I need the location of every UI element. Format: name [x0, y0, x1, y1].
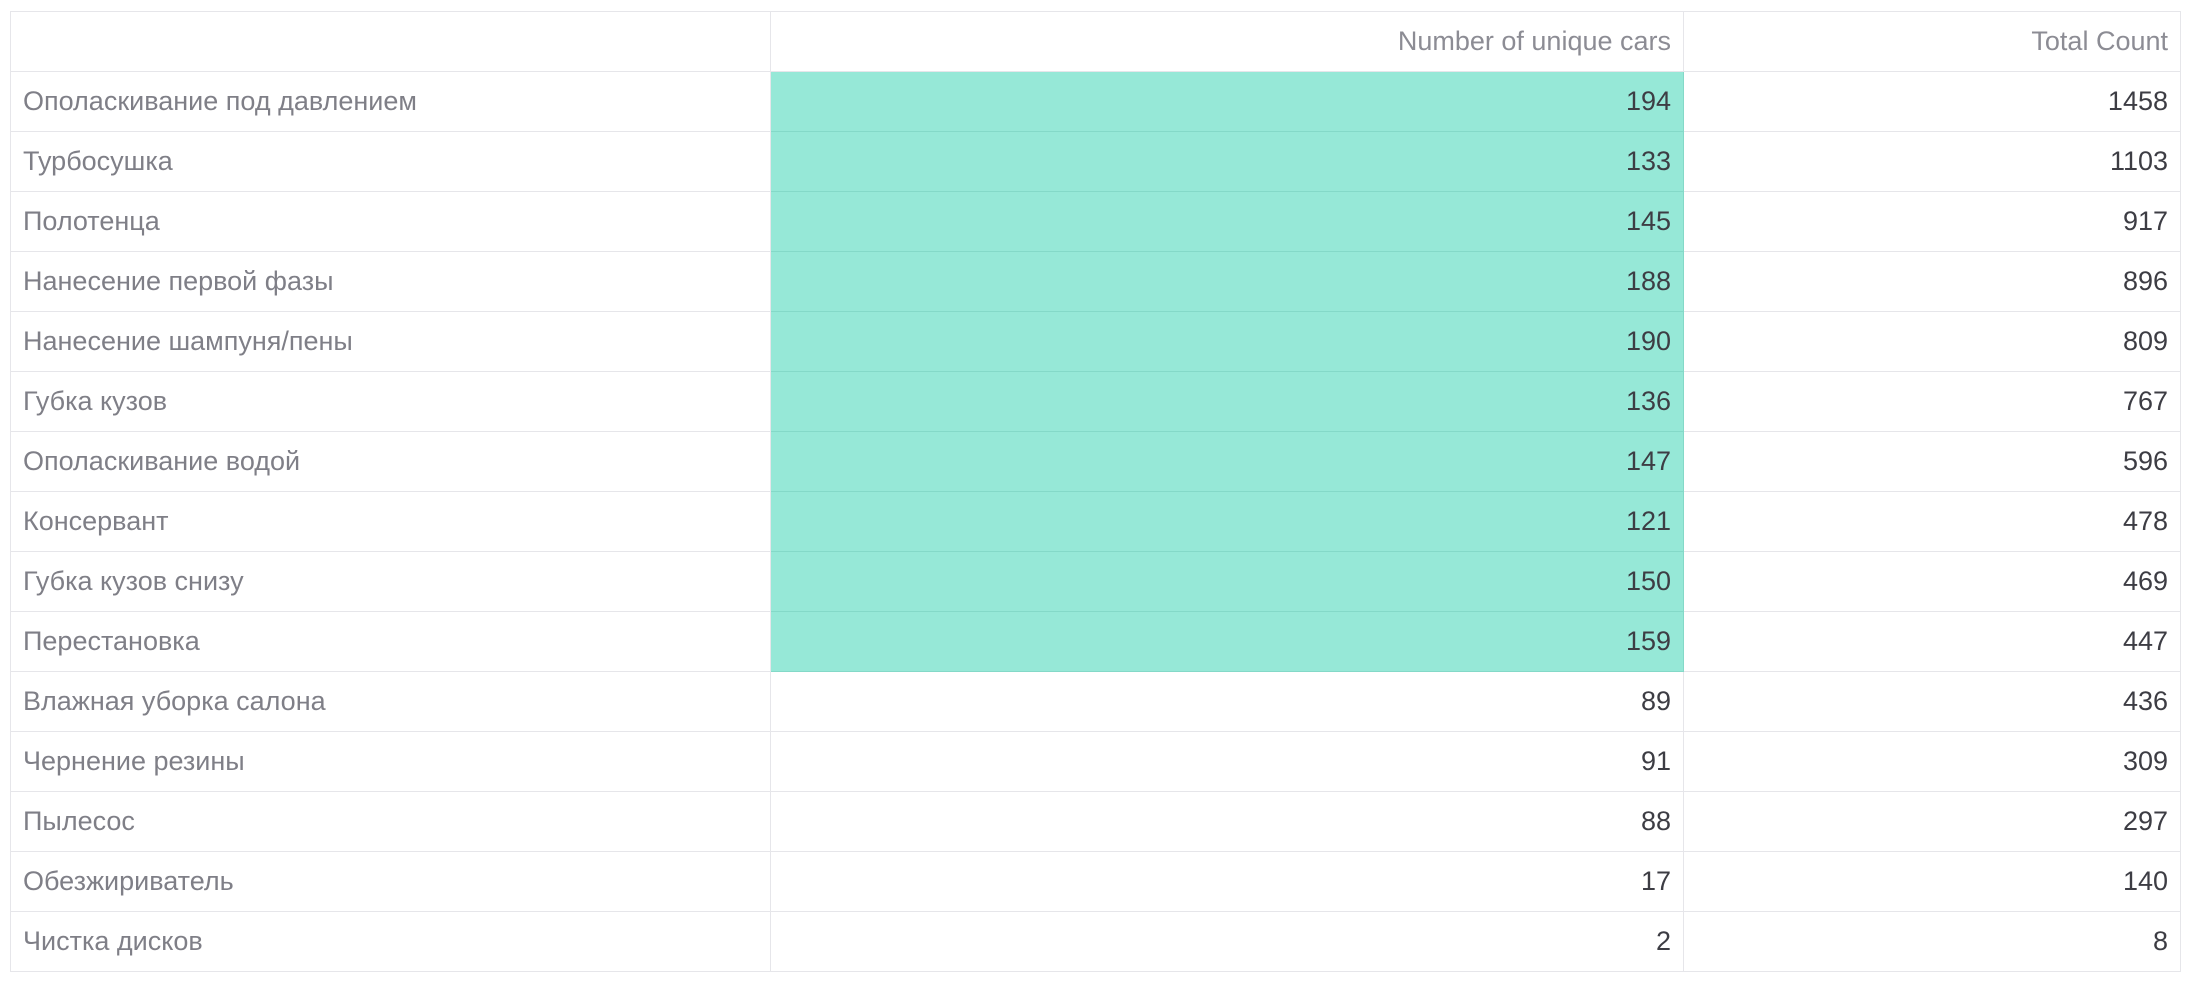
- row-label-cell: Полотенца: [10, 191, 771, 252]
- unique-cars-cell: 150: [770, 551, 1684, 612]
- total-count-cell: 767: [1683, 371, 2181, 432]
- table-row[interactable]: Ополаскивание водой 147 596: [10, 431, 2181, 492]
- unique-cars-cell: 89: [770, 671, 1684, 732]
- total-count-cell: 447: [1683, 611, 2181, 672]
- total-count-cell: 309: [1683, 731, 2181, 792]
- row-label-cell: Ополаскивание водой: [10, 431, 771, 492]
- row-label-cell: Нанесение первой фазы: [10, 251, 771, 312]
- table-row[interactable]: Губка кузов 136 767: [10, 371, 2181, 432]
- total-count-cell: 596: [1683, 431, 2181, 492]
- row-label-cell: Влажная уборка салона: [10, 671, 771, 732]
- unique-cars-cell: 194: [770, 71, 1684, 132]
- row-label-cell: Чернение резины: [10, 731, 771, 792]
- row-label-cell: Пылесос: [10, 791, 771, 852]
- table-row[interactable]: Влажная уборка салона 89 436: [10, 671, 2181, 732]
- unique-cars-cell: 133: [770, 131, 1684, 192]
- data-table-container: Number of unique cars Total Count Ополас…: [10, 11, 2181, 972]
- unique-cars-cell: 190: [770, 311, 1684, 372]
- header-row: Number of unique cars Total Count: [10, 11, 2181, 72]
- total-count-cell: 809: [1683, 311, 2181, 372]
- row-label-cell: Нанесение шампуня/пены: [10, 311, 771, 372]
- row-label-cell: Консервант: [10, 491, 771, 552]
- row-label-cell: Чистка дисков: [10, 911, 771, 972]
- table-row[interactable]: Чистка дисков 2 8: [10, 911, 2181, 972]
- row-label-cell: Обезжириватель: [10, 851, 771, 912]
- table-row[interactable]: Полотенца 145 917: [10, 191, 2181, 252]
- total-count-cell: 469: [1683, 551, 2181, 612]
- header-cell-total-count[interactable]: Total Count: [1683, 11, 2181, 72]
- table-row[interactable]: Консервант 121 478: [10, 491, 2181, 552]
- table-row[interactable]: Турбосушка 133 1103: [10, 131, 2181, 192]
- row-label-cell: Ополаскивание под давлением: [10, 71, 771, 132]
- data-table: Number of unique cars Total Count Ополас…: [10, 11, 2181, 972]
- table-row[interactable]: Перестановка 159 447: [10, 611, 2181, 672]
- row-label-cell: Губка кузов: [10, 371, 771, 432]
- header-cell-unique-cars[interactable]: Number of unique cars: [770, 11, 1684, 72]
- table-row[interactable]: Чернение резины 91 309: [10, 731, 2181, 792]
- header-cell-name[interactable]: [10, 11, 771, 72]
- row-label-cell: Перестановка: [10, 611, 771, 672]
- total-count-cell: 478: [1683, 491, 2181, 552]
- total-count-cell: 8: [1683, 911, 2181, 972]
- unique-cars-cell: 159: [770, 611, 1684, 672]
- row-label-cell: Губка кузов снизу: [10, 551, 771, 612]
- total-count-cell: 436: [1683, 671, 2181, 732]
- total-count-cell: 140: [1683, 851, 2181, 912]
- row-label-cell: Турбосушка: [10, 131, 771, 192]
- total-count-cell: 1103: [1683, 131, 2181, 192]
- unique-cars-cell: 17: [770, 851, 1684, 912]
- table-row[interactable]: Губка кузов снизу 150 469: [10, 551, 2181, 612]
- unique-cars-cell: 91: [770, 731, 1684, 792]
- table-row[interactable]: Нанесение первой фазы 188 896: [10, 251, 2181, 312]
- table-row[interactable]: Пылесос 88 297: [10, 791, 2181, 852]
- unique-cars-cell: 188: [770, 251, 1684, 312]
- unique-cars-cell: 2: [770, 911, 1684, 972]
- total-count-cell: 917: [1683, 191, 2181, 252]
- total-count-cell: 1458: [1683, 71, 2181, 132]
- unique-cars-cell: 121: [770, 491, 1684, 552]
- total-count-cell: 297: [1683, 791, 2181, 852]
- unique-cars-cell: 147: [770, 431, 1684, 492]
- table-row[interactable]: Нанесение шампуня/пены 190 809: [10, 311, 2181, 372]
- unique-cars-cell: 145: [770, 191, 1684, 252]
- total-count-cell: 896: [1683, 251, 2181, 312]
- table-row[interactable]: Ополаскивание под давлением 194 1458: [10, 71, 2181, 132]
- unique-cars-cell: 88: [770, 791, 1684, 852]
- table-row[interactable]: Обезжириватель 17 140: [10, 851, 2181, 912]
- unique-cars-cell: 136: [770, 371, 1684, 432]
